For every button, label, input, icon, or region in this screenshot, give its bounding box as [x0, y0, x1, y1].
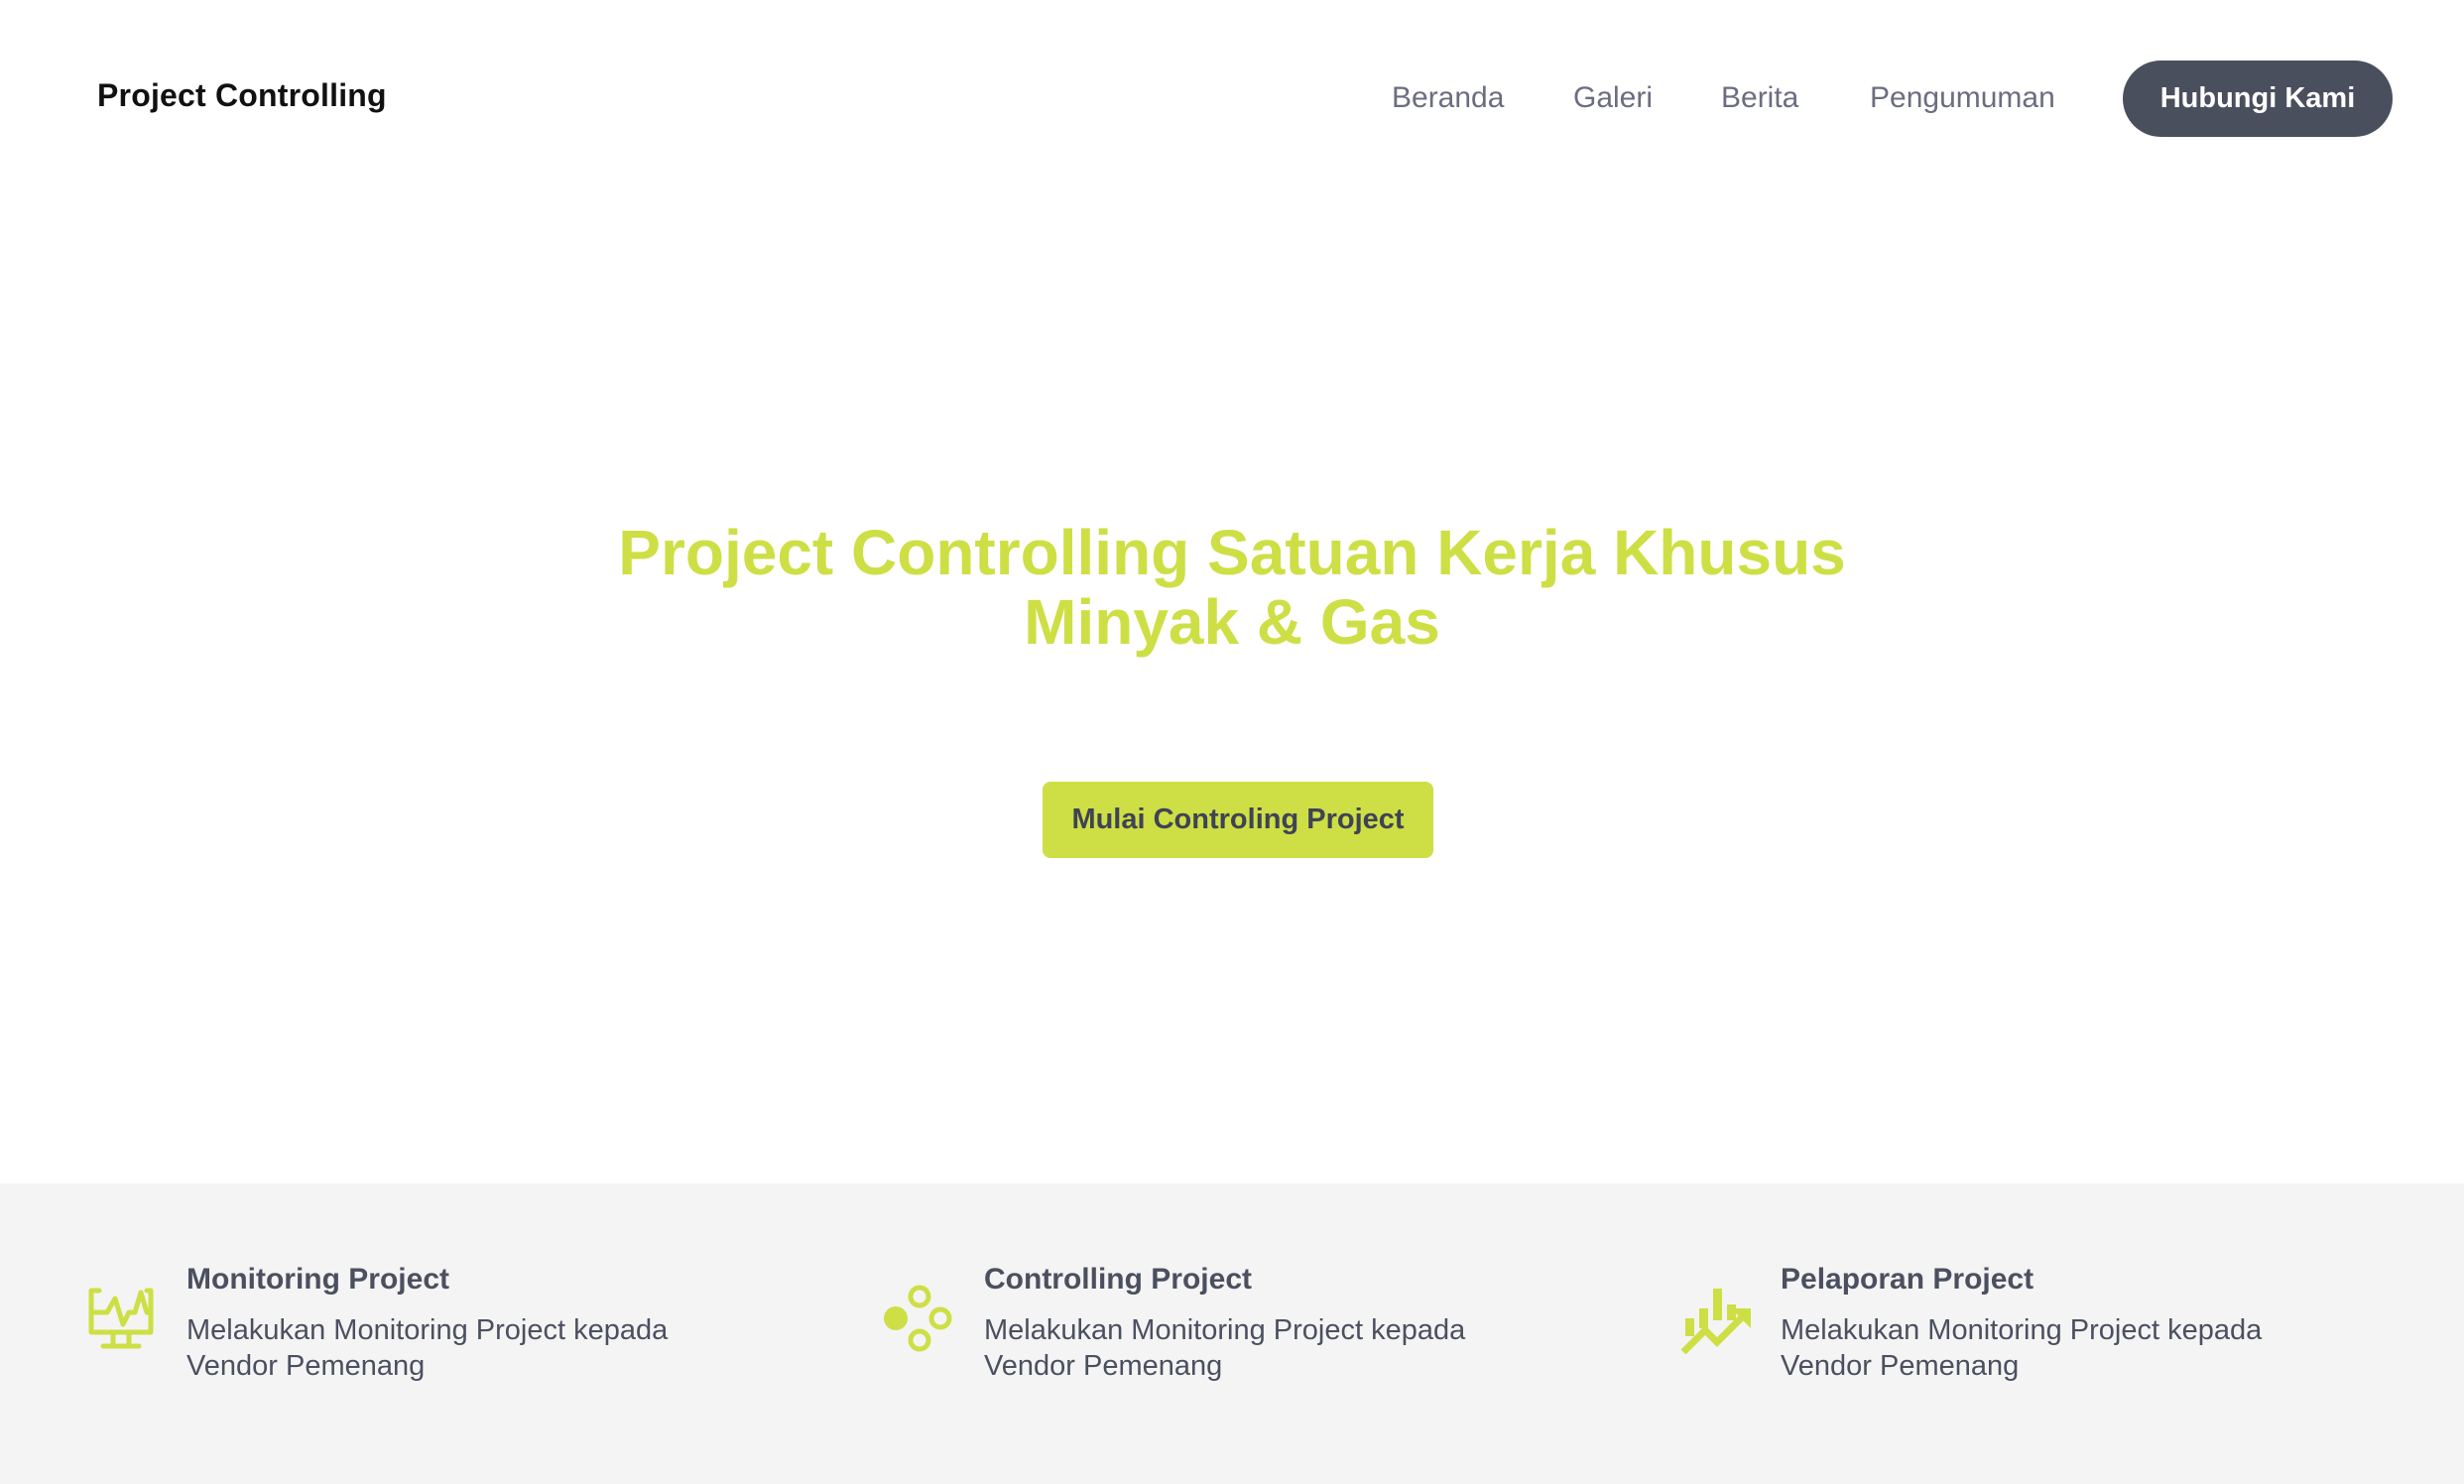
features-band: Monitoring Project Melakukan Monitoring …	[0, 1183, 2464, 1484]
nav-link-beranda[interactable]: Beranda	[1392, 81, 1504, 115]
nav-link-pengumuman[interactable]: Pengumuman	[1870, 81, 2055, 115]
hero-title-line-1: Project Controlling Satuan Kerja Khusus	[618, 517, 1846, 588]
hero-title-line-2: Minyak & Gas	[1024, 586, 1440, 658]
feature-description: Melakukan Monitoring Project kepada Vend…	[186, 1314, 669, 1382]
navbar: Project Controlling Beranda Galeri Berit…	[0, 0, 2464, 198]
feature-title: Monitoring Project	[186, 1263, 449, 1296]
feature-title: Pelaporan Project	[1781, 1263, 2034, 1296]
brand-logo-text[interactable]: Project Controlling	[97, 77, 387, 114]
hero-title: Project Controlling Satuan Kerja Khusus …	[0, 518, 2464, 657]
circles-cluster-icon	[884, 1285, 952, 1352]
monitor-activity-icon	[88, 1288, 154, 1349]
feature-description: Melakukan Monitoring Project kepada Vend…	[1781, 1314, 2263, 1382]
feature-description: Melakukan Monitoring Project kepada Vend…	[984, 1314, 1466, 1382]
start-controlling-button[interactable]: Mulai Controling Project	[1043, 782, 1433, 858]
chart-growth-icon	[1680, 1289, 1751, 1354]
contact-button[interactable]: Hubungi Kami	[2123, 61, 2393, 137]
nav-link-berita[interactable]: Berita	[1721, 81, 1798, 115]
nav-link-galeri[interactable]: Galeri	[1573, 81, 1653, 115]
feature-title: Controlling Project	[984, 1263, 1252, 1296]
